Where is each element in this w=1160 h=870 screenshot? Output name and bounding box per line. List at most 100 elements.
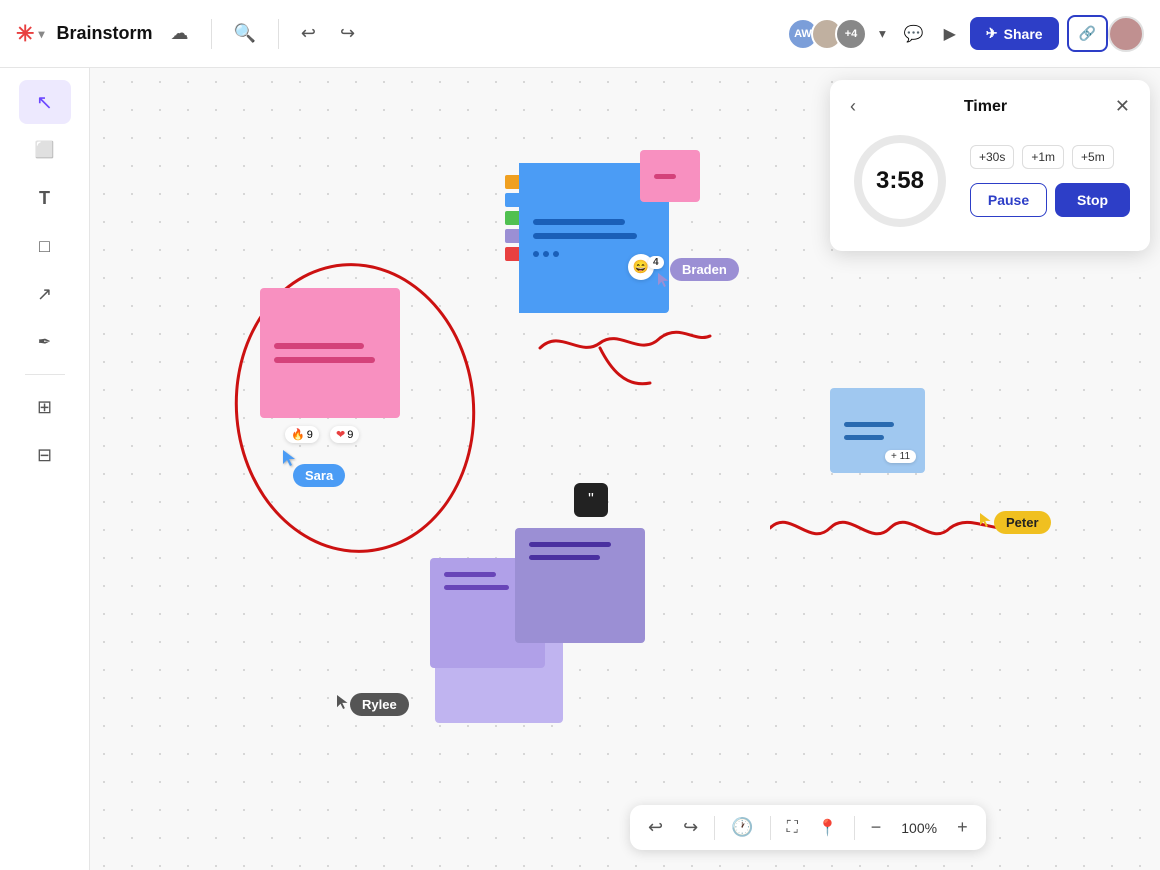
reaction-fire[interactable]: 🔥 9: [285, 426, 319, 443]
toolbar-divider-3: [854, 816, 855, 840]
sidebar-divider: [25, 374, 65, 375]
timer-back-button[interactable]: ‹: [850, 96, 856, 117]
timer-controls: +30s +1m +5m Pause Stop: [970, 145, 1130, 217]
timer-stop-button[interactable]: Stop: [1055, 183, 1130, 217]
timer-time-display: 3:58: [850, 131, 950, 231]
tab-purple: [505, 229, 519, 243]
timer-pause-button[interactable]: Pause: [970, 183, 1047, 217]
share-button[interactable]: ✈ Share: [970, 17, 1059, 50]
header: ✳ ▾ Brainstorm ☁ 🔍 ↩ ↪ AW +4 ▾ 💬 ▶ ✈ Sha…: [0, 0, 1160, 68]
purple2-line-2: [444, 585, 509, 590]
purple2-line-1: [444, 572, 496, 577]
dot-2: [543, 251, 549, 257]
cursor-braden: [658, 273, 672, 292]
tab-orange: [505, 175, 519, 189]
header-divider-2: [278, 19, 279, 49]
sticky-note-pink-small[interactable]: [640, 150, 700, 202]
timer-panel: ‹ Timer ✕ 3:58 +30s +1m +5m Pause Stop: [830, 80, 1150, 251]
blue-line-1: [533, 219, 625, 225]
current-user-avatar[interactable]: [1108, 16, 1144, 52]
timer-title: Timer: [964, 98, 1007, 116]
toolbar-zoom-out-button[interactable]: −: [863, 811, 890, 844]
sidebar-tool-rect[interactable]: □: [19, 224, 71, 268]
toolbar-history-button[interactable]: 🕐: [723, 811, 761, 844]
play-button[interactable]: ▶: [938, 18, 962, 50]
timer-inc-1m[interactable]: +1m: [1022, 145, 1064, 169]
fire-emoji: 🔥: [291, 428, 305, 441]
color-tabs: [505, 175, 519, 313]
cloud-button[interactable]: ☁: [165, 17, 195, 50]
fire-count: 9: [307, 429, 313, 441]
sidebar-tool-text[interactable]: T: [19, 176, 71, 220]
header-divider-1: [211, 19, 212, 49]
tab-red: [505, 247, 519, 261]
sidebar: ↖ ⬜ T □ ↗ ✒ ⊞ ⊟: [0, 68, 90, 870]
reaction-heart[interactable]: ❤ 9: [330, 426, 359, 443]
search-button[interactable]: 🔍: [228, 17, 262, 50]
dot-1: [533, 251, 539, 257]
toolbar-location-button[interactable]: 📍: [810, 812, 846, 844]
timer-circle: 3:58: [850, 131, 950, 231]
avatar-dropdown-button[interactable]: ▾: [875, 22, 890, 46]
toolbar-fullscreen-button[interactable]: ⛶: [779, 813, 806, 843]
header-right: AW +4 ▾ 💬 ▶ ✈ Share 🔗: [787, 15, 1144, 52]
sticky-line-2: [274, 357, 375, 363]
undo-button[interactable]: ↩: [295, 17, 322, 50]
presentation-button[interactable]: 💬: [898, 18, 930, 50]
sticky-purple-1[interactable]: [515, 528, 645, 643]
blue-line-2: [533, 233, 637, 239]
cursor-rylee: [337, 695, 351, 714]
timer-body: 3:58 +30s +1m +5m Pause Stop: [850, 131, 1130, 231]
lblue-line-2: [844, 435, 884, 440]
sidebar-tool-select[interactable]: ↖: [19, 80, 71, 124]
logo-chevron[interactable]: ▾: [38, 27, 44, 41]
heart-count: 9: [347, 429, 353, 441]
tab-green: [505, 211, 519, 225]
bottom-toolbar: ↩ ↪ 🕐 ⛶ 📍 − 100% +: [630, 805, 986, 850]
app-title: Brainstorm: [56, 23, 152, 44]
sidebar-tool-table[interactable]: ⊟: [19, 433, 71, 477]
avatar-count: +4: [835, 18, 867, 50]
sticky-line-1: [274, 343, 364, 349]
heart-emoji: ❤: [336, 428, 345, 441]
count-badge-11: + 11: [885, 450, 916, 463]
sidebar-tool-grid[interactable]: ⊞: [19, 385, 71, 429]
toolbar-zoom-in-button[interactable]: +: [949, 811, 976, 844]
sticky-note-pink[interactable]: [260, 288, 400, 418]
pink-sm-line: [654, 174, 676, 179]
purple1-line-2: [529, 555, 600, 560]
emoji-count: 4: [648, 256, 664, 269]
link-button[interactable]: 🔗: [1067, 15, 1108, 52]
toolbar-divider-1: [714, 816, 715, 840]
toolbar-redo-button[interactable]: ↪: [675, 811, 706, 844]
sidebar-tool-pen[interactable]: ✒: [19, 320, 71, 364]
avatar-group: AW +4: [787, 18, 867, 50]
cursor-peter: [980, 513, 994, 532]
logo-asterisk: ✳: [16, 21, 34, 47]
sidebar-tool-arrow[interactable]: ↗: [19, 272, 71, 316]
redo-button[interactable]: ↪: [334, 17, 361, 50]
timer-inc-30s[interactable]: +30s: [970, 145, 1014, 169]
toolbar-zoom-pct: 100%: [893, 820, 945, 836]
cursor-label-rylee: Rylee: [350, 693, 409, 716]
quote-symbol: ": [588, 491, 594, 509]
timer-inc-5m[interactable]: +5m: [1072, 145, 1114, 169]
dot-3: [553, 251, 559, 257]
tab-blue: [505, 193, 519, 207]
cursor-label-braden: Braden: [670, 258, 739, 281]
timer-close-button[interactable]: ✕: [1115, 96, 1130, 117]
toolbar-divider-2: [770, 816, 771, 840]
cursor-label-peter: Peter: [994, 511, 1051, 534]
timer-increments: +30s +1m +5m: [970, 145, 1130, 169]
timer-action-buttons: Pause Stop: [970, 183, 1130, 217]
quote-icon-badge: ": [574, 483, 608, 517]
toolbar-undo-button[interactable]: ↩: [640, 811, 671, 844]
timer-header: ‹ Timer ✕: [850, 96, 1130, 117]
sidebar-tool-frame[interactable]: ⬜: [19, 128, 71, 172]
laugh-emoji: 😄: [633, 259, 649, 275]
purple1-line-1: [529, 542, 611, 547]
share-icon: ✈: [986, 25, 998, 42]
cursor-label-sara: Sara: [293, 464, 345, 487]
lblue-line-1: [844, 422, 894, 427]
app-logo[interactable]: ✳ ▾: [16, 21, 44, 47]
